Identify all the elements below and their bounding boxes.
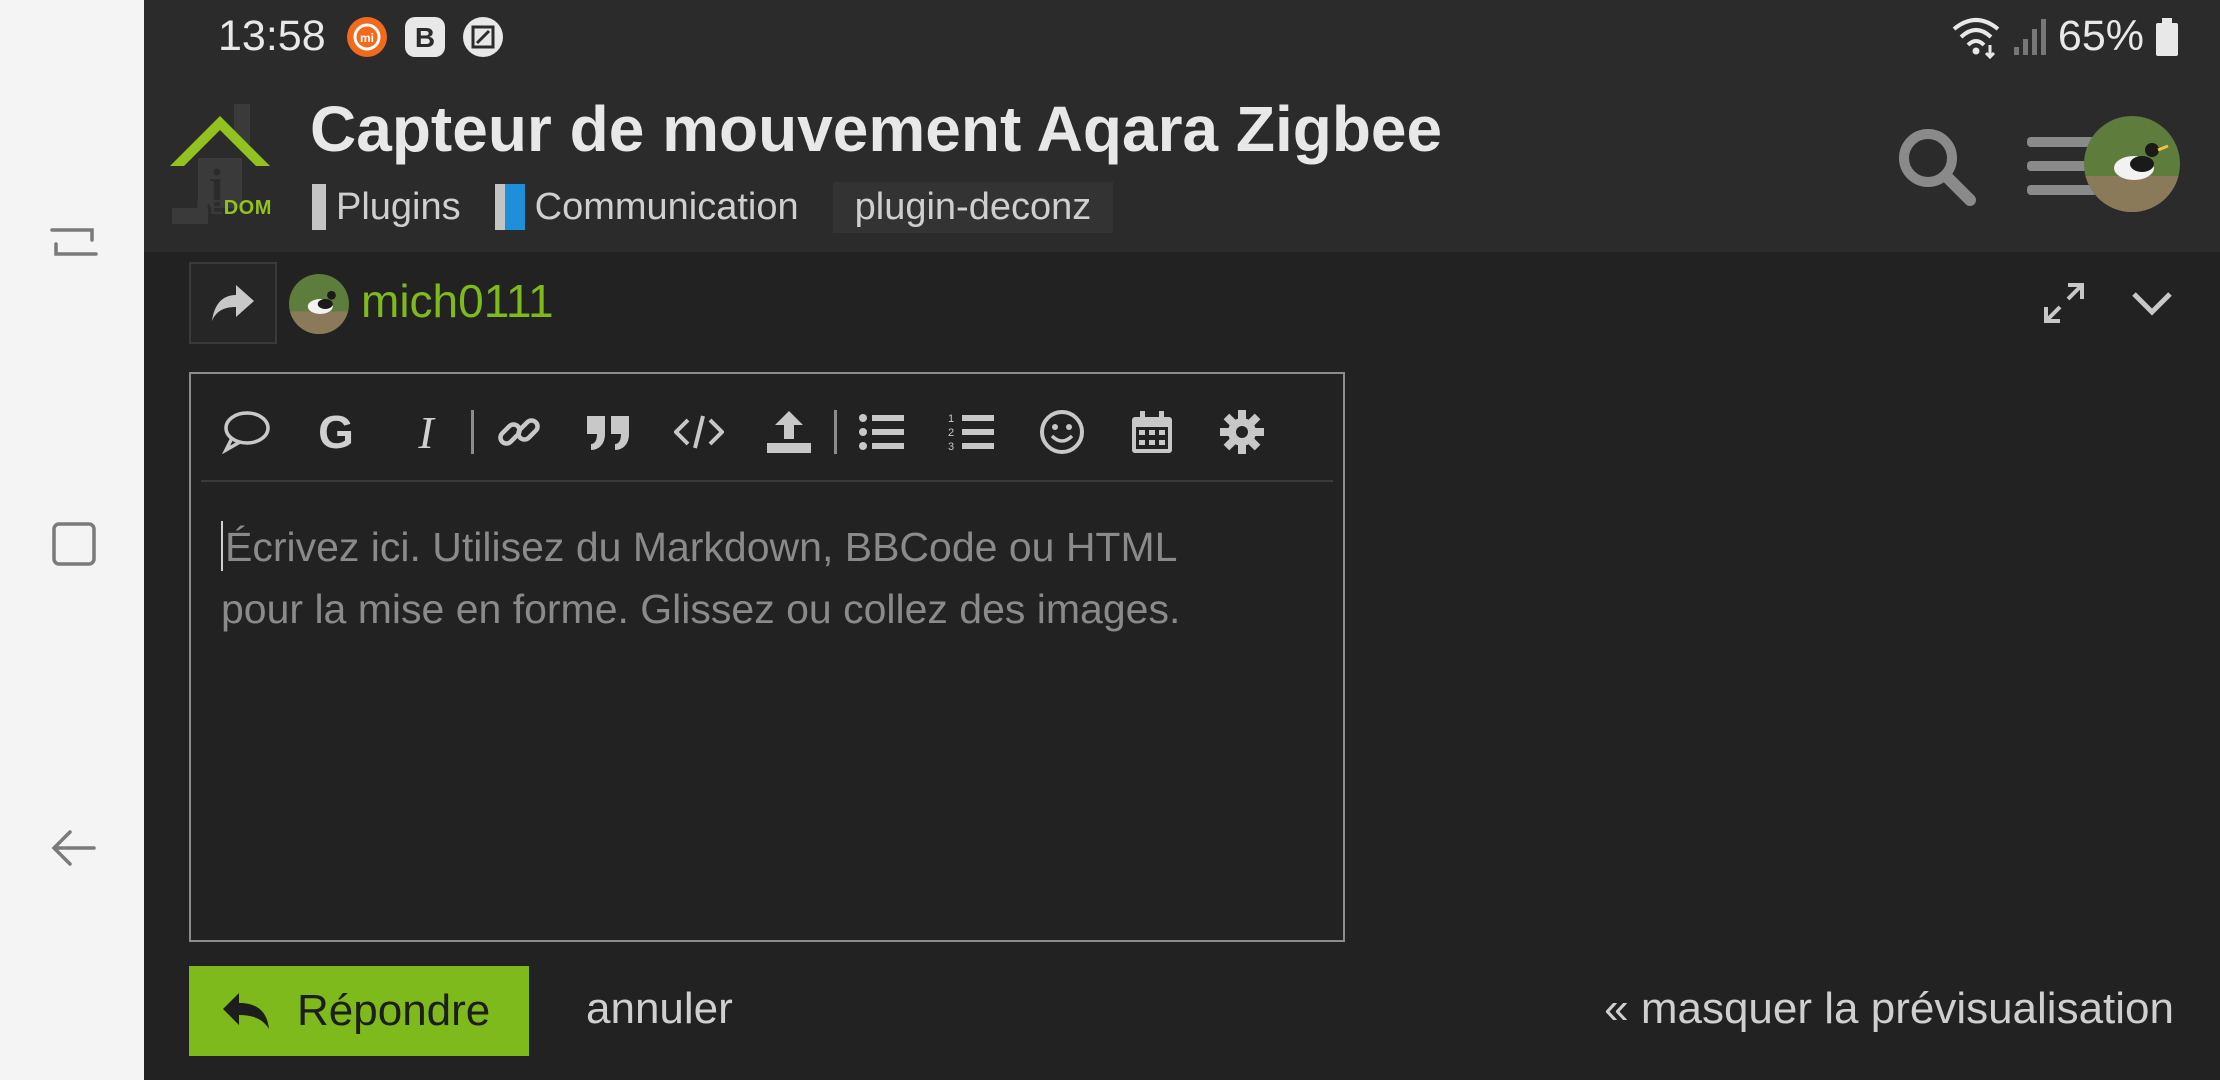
composer-editor: G I 1 2 3 Écrivez ici. Utilisez du Markdow… bbox=[189, 372, 1345, 942]
code-icon[interactable] bbox=[654, 387, 744, 477]
share-arrow-icon bbox=[212, 285, 254, 321]
topic-title[interactable]: Capteur de mouvement Aqara Zigbee bbox=[310, 92, 1442, 166]
user-avatar[interactable] bbox=[2084, 116, 2180, 212]
expand-icon[interactable] bbox=[2037, 276, 2091, 330]
back-icon[interactable] bbox=[42, 816, 106, 880]
status-bar: 13:58 mi B 65% bbox=[144, 0, 2220, 76]
category-label: Communication bbox=[534, 185, 799, 228]
category-label: Plugins bbox=[336, 185, 461, 228]
tag-plugin-deconz[interactable]: plugin-deconz bbox=[832, 181, 1114, 233]
upload-icon[interactable] bbox=[744, 387, 834, 477]
subcategory-color-badge bbox=[504, 184, 525, 230]
battery-icon bbox=[2154, 17, 2180, 57]
svg-text:2: 2 bbox=[948, 427, 954, 439]
svg-text:B: B bbox=[415, 22, 435, 53]
quote-post-icon[interactable] bbox=[201, 387, 291, 477]
svg-text:3: 3 bbox=[948, 441, 954, 453]
wifi-icon bbox=[1950, 15, 2002, 59]
system-nav-bar bbox=[0, 0, 144, 1080]
home-icon[interactable] bbox=[42, 512, 106, 576]
bold-button[interactable]: G bbox=[291, 387, 381, 477]
category-color-badge bbox=[494, 184, 505, 230]
reply-button[interactable]: Répondre bbox=[189, 966, 529, 1056]
reply-textarea[interactable]: Écrivez ici. Utilisez du Markdown, BBCod… bbox=[221, 516, 1301, 640]
gear-icon[interactable] bbox=[1197, 387, 1287, 477]
status-time: 13:58 bbox=[218, 12, 326, 60]
link-icon[interactable] bbox=[474, 387, 564, 477]
placeholder-line: Écrivez ici. Utilisez du Markdown, BBCod… bbox=[221, 516, 1301, 578]
recent-apps-icon[interactable] bbox=[42, 210, 106, 274]
editor-toolbar: G I 1 2 3 bbox=[201, 384, 1333, 482]
search-icon[interactable] bbox=[1888, 118, 1984, 214]
topic-tags: Plugins Communication plugin-deconz bbox=[312, 180, 1114, 234]
composer-header: mich0111 bbox=[189, 262, 2179, 344]
category-plugins[interactable]: Plugins bbox=[312, 184, 461, 230]
category-communication[interactable]: Communication bbox=[494, 184, 799, 230]
reply-arrow-icon bbox=[223, 993, 269, 1029]
numbered-list-icon[interactable]: 1 2 3 bbox=[927, 387, 1017, 477]
battery-percentage: 65% bbox=[2057, 12, 2144, 60]
reply-button-label: Répondre bbox=[297, 986, 491, 1035]
bullet-list-icon[interactable] bbox=[837, 387, 927, 477]
signal-icon bbox=[2012, 17, 2048, 57]
screenshot-icon bbox=[462, 16, 504, 58]
logo-wordmark: EEDOM bbox=[196, 197, 272, 219]
placeholder-line: pour la mise en forme. Glissez ou collez… bbox=[221, 586, 1181, 632]
svg-text:1: 1 bbox=[948, 413, 954, 425]
svg-text:mi: mi bbox=[360, 31, 374, 45]
b-app-icon: B bbox=[404, 16, 446, 58]
hide-preview-link[interactable]: « masquer la prévisualisation bbox=[1604, 984, 2174, 1034]
blockquote-icon[interactable] bbox=[564, 387, 654, 477]
reply-action-dropdown[interactable] bbox=[189, 262, 277, 344]
text-caret bbox=[221, 521, 223, 571]
composer-avatar bbox=[289, 274, 349, 334]
mi-app-icon: mi bbox=[346, 16, 388, 58]
cancel-link[interactable]: annuler bbox=[586, 984, 733, 1034]
topic-header: j EEDOM Capteur de mouvement Aqara Zigbe… bbox=[144, 76, 2220, 252]
category-color-badge bbox=[312, 184, 326, 230]
emoji-icon[interactable] bbox=[1017, 387, 1107, 477]
composer-username[interactable]: mich0111 bbox=[361, 274, 554, 328]
chevron-down-icon[interactable] bbox=[2125, 276, 2179, 330]
calendar-icon[interactable] bbox=[1107, 387, 1197, 477]
italic-button[interactable]: I bbox=[381, 387, 471, 477]
